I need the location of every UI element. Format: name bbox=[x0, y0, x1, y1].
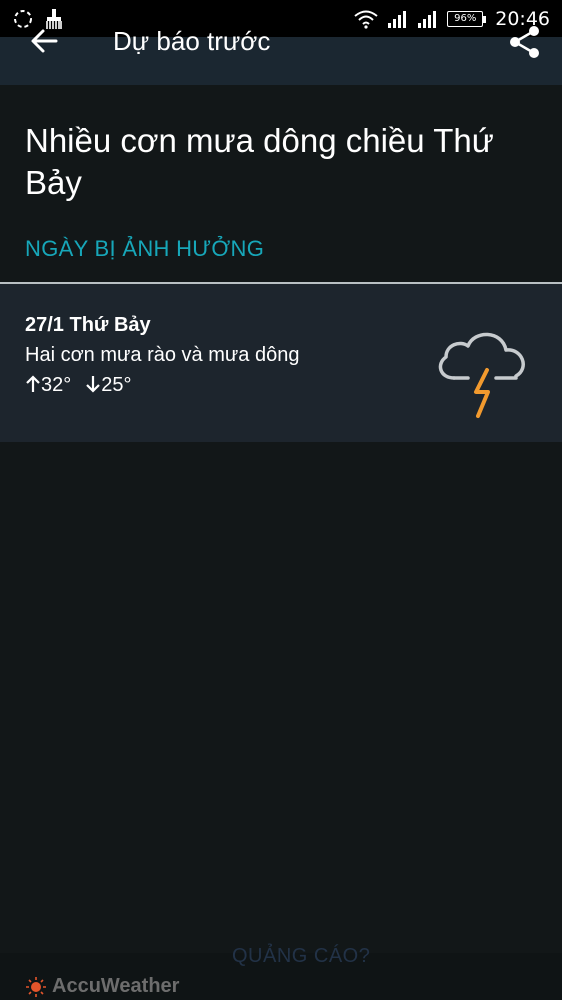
battery-level: 96% bbox=[454, 13, 477, 24]
back-arrow-icon[interactable] bbox=[28, 25, 60, 57]
high-temp-value: 32° bbox=[41, 374, 72, 396]
signal-icon bbox=[388, 10, 407, 28]
thunderstorm-icon bbox=[438, 332, 525, 418]
day-temperatures: 32° 25° bbox=[25, 374, 132, 397]
high-temp: 32° bbox=[25, 374, 71, 397]
day-date: 27/1 Thứ Bảy bbox=[25, 314, 151, 336]
day-description: Hai cơn mưa rào và mưa dông bbox=[25, 344, 300, 366]
brand-name: AccuWeather bbox=[52, 975, 180, 997]
sun-logo-icon bbox=[26, 976, 46, 997]
battery-indicator: 96% bbox=[447, 10, 487, 27]
affected-days-label: NGÀY BỊ ẢNH HƯỞNG bbox=[25, 236, 265, 261]
signal-icon-2 bbox=[418, 10, 437, 28]
low-temp-value: 25° bbox=[101, 374, 132, 396]
arrow-up-icon bbox=[26, 375, 40, 392]
arrow-down-icon bbox=[86, 376, 101, 393]
share-icon[interactable] bbox=[508, 25, 542, 59]
low-temp: 25° bbox=[85, 374, 132, 397]
accuweather-brand: AccuWeather bbox=[26, 975, 179, 998]
ad-link[interactable]: QUẢNG CÁO? bbox=[232, 945, 370, 968]
day-card[interactable]: 27/1 Thứ Bảy Hai cơn mưa rào và mưa dông… bbox=[0, 284, 562, 442]
bottom-bar: QUẢNG CÁO? AccuWeather bbox=[0, 945, 562, 1000]
alert-heading: Nhiều cơn mưa dông chiều Thứ Bảy bbox=[25, 122, 494, 201]
page-title: Dự báo trước bbox=[113, 26, 271, 56]
app-bar: Dự báo trước bbox=[0, 26, 562, 85]
wifi-icon bbox=[354, 10, 378, 29]
status-bar: 96% 20:46 bbox=[0, 0, 562, 37]
